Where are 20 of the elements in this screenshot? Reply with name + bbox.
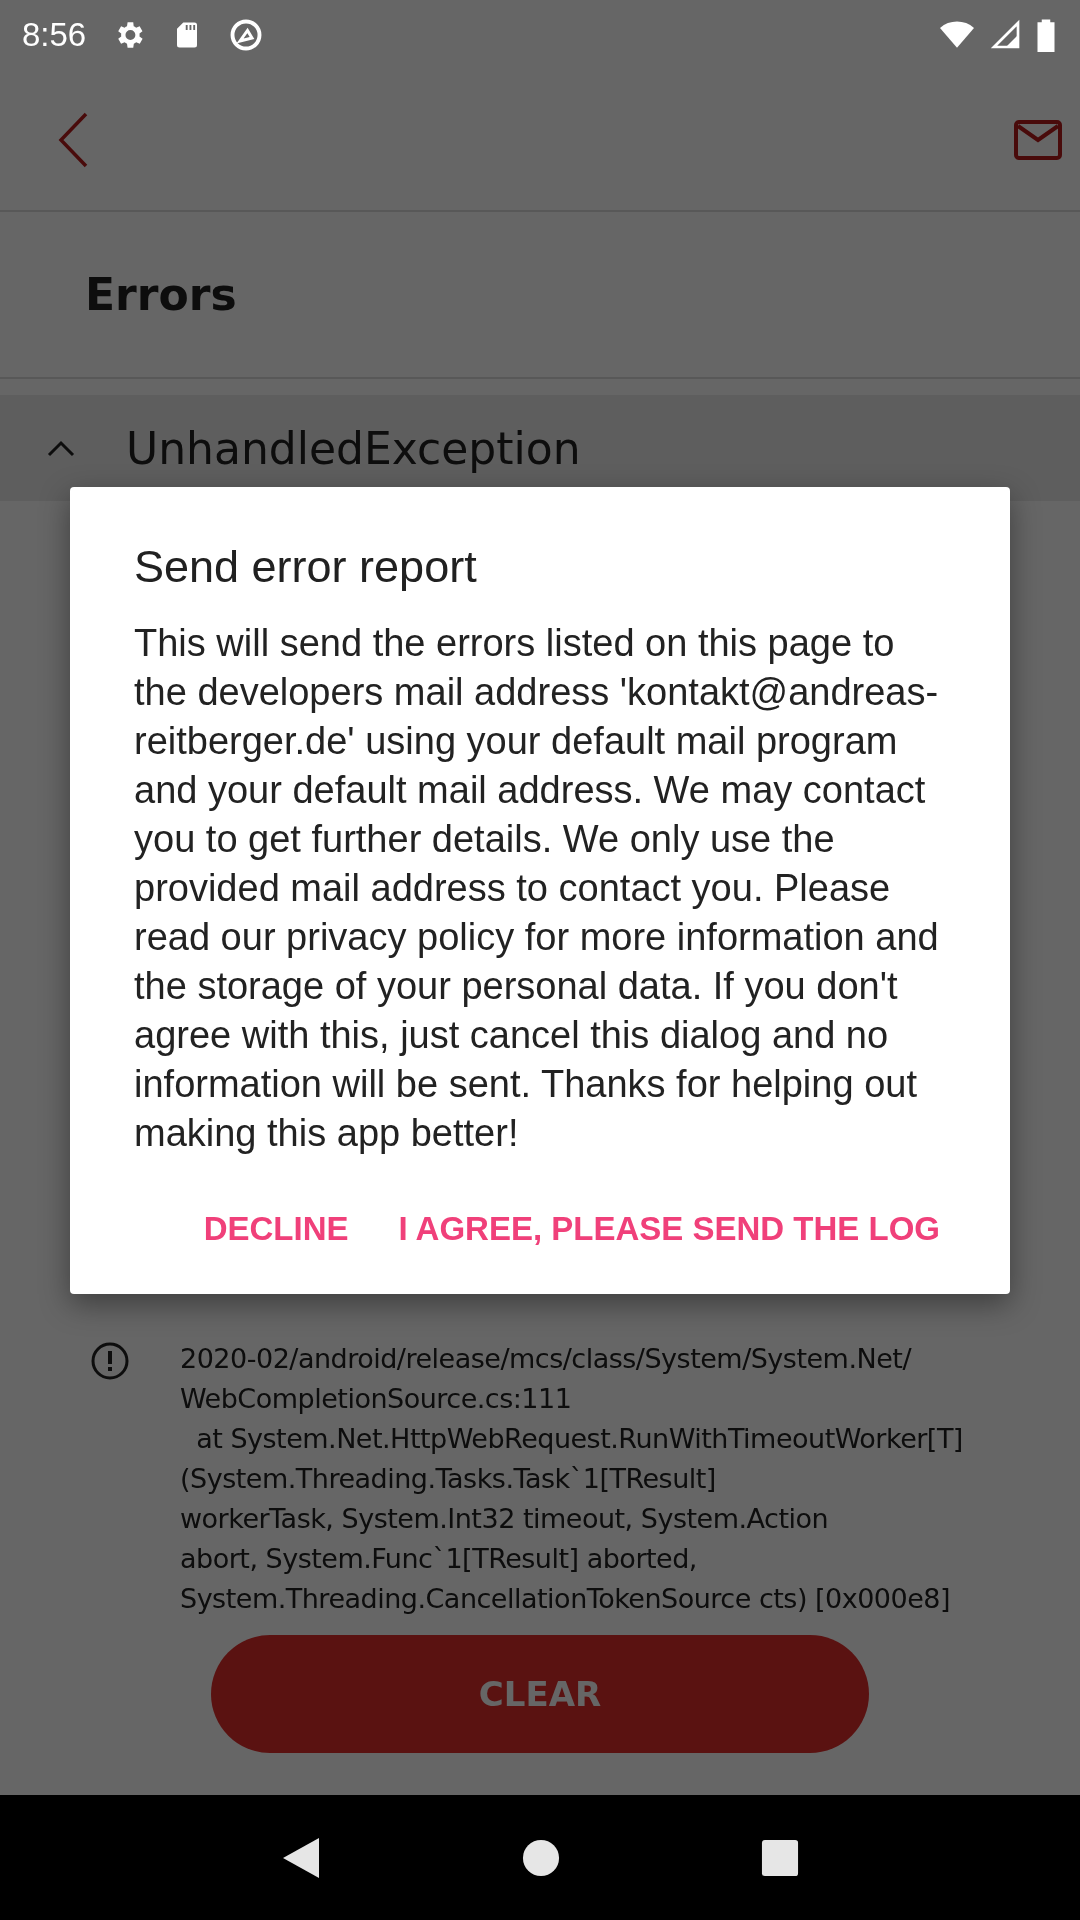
log-line: (System.Threading.Tasks.Task`1[TResult] [180,1462,717,1496]
log-line: 2020-02/android/release/mcs/class/System/System.Net/ [180,1342,913,1376]
log-line: WebCompletionSource.cs:111 [180,1382,573,1416]
clear-button[interactable]: CLEAR [211,1635,869,1753]
dialog-button[interactable]: I AGREE, PLEASE SEND THE LOG [378,1194,960,1264]
page-title: Errors [85,269,237,320]
back-icon[interactable] [58,112,88,168]
log-line: workerTask, System.Int32 timeout, System.Action [180,1502,830,1536]
dialog-button[interactable]: DECLINE [183,1194,369,1264]
home-nav-icon[interactable] [522,1838,560,1877]
dialog-title: Send error report [134,541,478,593]
log-line: at System.Net.HttpWebRequest.RunWithTimeoutWorker[T] [195,1422,963,1456]
log-line: System.Threading.CancellationTokenSource cts) [0x000e8] [180,1582,952,1616]
alert-icon [90,1341,130,1381]
battery-icon [1036,18,1056,52]
recents-nav-icon[interactable] [761,1838,800,1877]
log-line: abort, System.Func`1[TResult] aborted, [180,1542,698,1576]
status-time: 8:56 [22,16,87,54]
dialog-message: This will send the errors listed on this page to the developers mail address 'kontakt@andreas-reitberger.de' using your default mail program and your default mail address. We may contact you to get further details. We only use the provided mail address to contact you. Please read our privacy policy for more information and the storage of your personal data. If you don't agree with this, just cancel this dialog and no information will be sent. Thanks for helping out making this app better! [134,621,940,1156]
mail-icon[interactable] [1014,120,1062,160]
